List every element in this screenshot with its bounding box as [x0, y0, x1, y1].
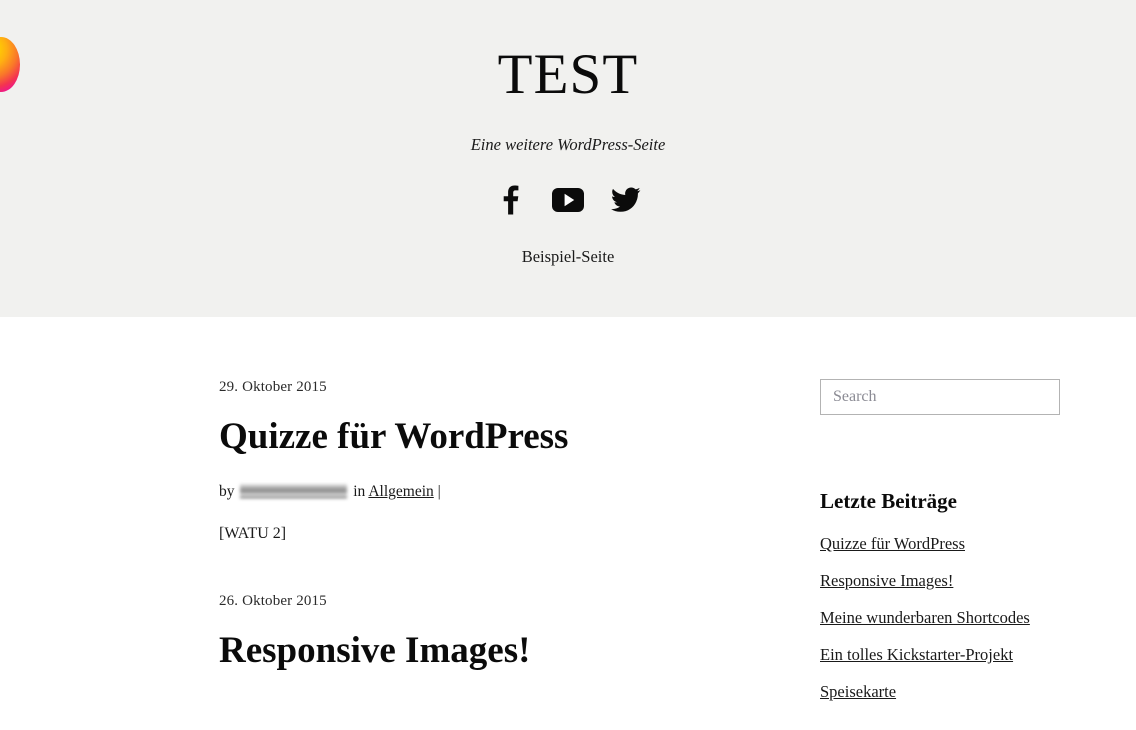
site-title: TEST: [497, 43, 639, 106]
post-date: 26. Oktober 2015: [219, 593, 327, 610]
recent-post-link[interactable]: Responsive Images!: [820, 571, 953, 590]
list-item: Responsive Images!: [820, 571, 1059, 591]
list-item: Meine wunderbaren Shortcodes: [820, 608, 1059, 628]
list-item: Ein tolles Kickstarter-Projekt: [820, 645, 1059, 665]
primary-navigation: Beispiel-Seite: [0, 217, 1136, 267]
post-author-link[interactable]: [240, 484, 348, 499]
recent-post-link[interactable]: Meine wunderbaren Shortcodes: [820, 608, 1030, 627]
facebook-icon[interactable]: [493, 183, 527, 217]
post-divider-spacer: [219, 543, 819, 593]
post-title[interactable]: Responsive Images!: [219, 630, 819, 671]
sidebar: Letzte Beiträge Quizze für WordPress Res…: [819, 379, 1060, 719]
post-article: 29. Oktober 2015 Quizze für WordPress by…: [219, 379, 819, 543]
post-meta: by in Allgemein |: [219, 483, 819, 501]
recent-post-link[interactable]: Speisekarte: [820, 682, 896, 701]
recent-posts-list: Quizze für WordPress Responsive Images! …: [820, 534, 1059, 702]
list-item: Speisekarte: [820, 682, 1059, 702]
social-links: [0, 155, 1136, 217]
site-tagline: Eine weitere WordPress-Seite: [470, 134, 666, 154]
post-title-text: Responsive Images!: [219, 630, 531, 672]
recent-post-link[interactable]: Quizze für WordPress: [820, 534, 965, 553]
site-header: TEST Eine weitere WordPress-Seite Beispi…: [0, 0, 1136, 317]
post-title[interactable]: Quizze für WordPress: [219, 416, 819, 457]
post-excerpt: [WATU 2]: [219, 525, 287, 543]
main-content: 29. Oktober 2015 Quizze für WordPress by…: [219, 379, 819, 672]
recent-post-link[interactable]: Ein tolles Kickstarter-Projekt: [820, 645, 1013, 664]
post-meta-separator: |: [437, 483, 441, 501]
post-category-link[interactable]: Allgemein: [368, 483, 433, 500]
post-title-text: Quizze für WordPress: [219, 416, 569, 457]
post-meta-by-label: by: [219, 483, 235, 501]
post-article: 26. Oktober 2015 Responsive Images!: [219, 593, 819, 671]
youtube-icon[interactable]: [551, 183, 585, 217]
post-date: 29. Oktober 2015: [219, 379, 327, 395]
post-meta-in-label: in: [353, 483, 366, 501]
nav-item-beispiel-seite[interactable]: Beispiel-Seite: [522, 247, 615, 266]
page-body: 29. Oktober 2015 Quizze für WordPress by…: [0, 317, 1136, 719]
list-item: Quizze für WordPress: [820, 534, 1059, 554]
search-input[interactable]: [820, 379, 1060, 415]
twitter-icon[interactable]: [609, 183, 643, 217]
widget-title-recent-posts: Letzte Beiträge: [820, 489, 958, 513]
